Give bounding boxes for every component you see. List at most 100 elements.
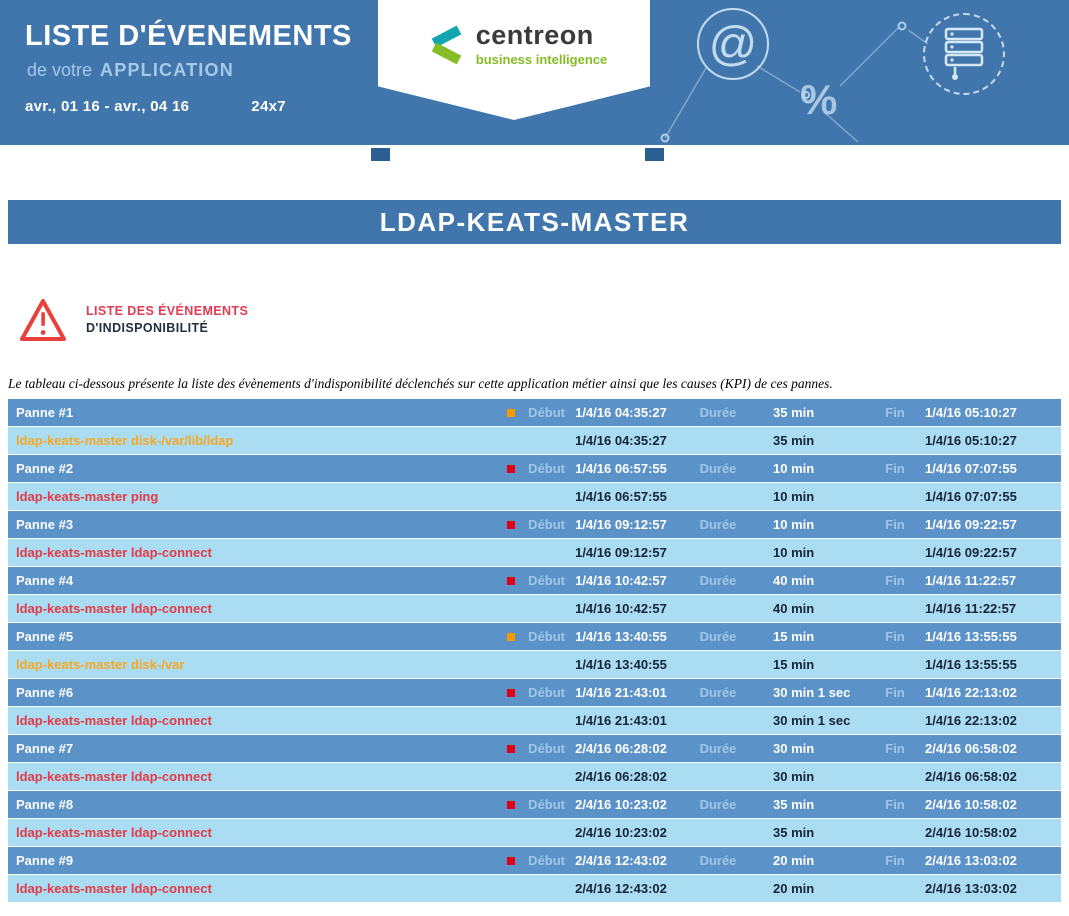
duration-value: 10 min [759,517,871,532]
start-label: Début [515,797,565,812]
kpi-end-value: 1/4/16 09:22:57 [919,545,1061,560]
duration-label: Durée [677,797,759,812]
start-value: 1/4/16 13:40:55 [565,629,677,644]
kpi-end-value: 1/4/16 11:22:57 [919,601,1061,616]
kpi-duration-value: 35 min [759,433,871,448]
header-gap [0,145,1069,200]
event-header-row: Panne #8Début2/4/16 10:23:02Durée35 minF… [8,791,1061,819]
kpi-end-value: 1/4/16 22:13:02 [919,713,1061,728]
end-label: Fin [871,741,919,756]
start-value: 1/4/16 10:42:57 [565,573,677,588]
end-label: Fin [871,517,919,532]
intro-text: Le tableau ci-dessous présente la liste … [8,376,1061,392]
end-value: 1/4/16 13:55:55 [919,629,1061,644]
severity-square [507,577,515,585]
severity-square [507,521,515,529]
kpi-name: ldap-keats-master ldap-connect [8,601,499,616]
duration-label: Durée [677,517,759,532]
duration-value: 40 min [759,573,871,588]
duration-label: Durée [677,741,759,756]
event-detail-row: ldap-keats-master disk-/var1/4/16 13:40:… [8,651,1061,679]
brand-tagline: business intelligence [476,52,608,67]
duration-label: Durée [677,685,759,700]
duration-value: 15 min [759,629,871,644]
start-label: Début [515,573,565,588]
subtitle-prefix: de votre [27,60,92,80]
end-label: Fin [871,405,919,420]
severity-square-cell [499,465,515,473]
section-title-line1: LISTE DES ÉVÉNEMENTS [86,303,248,320]
event-id: Panne #4 [8,573,499,588]
event-header-row: Panne #6Début1/4/16 21:43:01Durée30 min … [8,679,1061,707]
duration-value: 35 min [759,405,871,420]
severity-square [507,689,515,697]
events-table: Panne #1Début1/4/16 04:35:27Durée35 minF… [8,399,1061,903]
event-detail-row: ldap-keats-master ldap-connect2/4/16 10:… [8,819,1061,847]
start-label: Début [515,405,565,420]
kpi-end-value: 2/4/16 13:03:02 [919,881,1061,896]
app-title-banner: LDAP-KEATS-MASTER [8,200,1061,244]
report-page: LISTE D'ÉVENEMENTS de votreAPPLICATION a… [0,0,1069,903]
kpi-duration-value: 20 min [759,881,871,896]
start-value: 2/4/16 06:28:02 [565,741,677,756]
kpi-start-value: 1/4/16 13:40:55 [565,657,677,672]
kpi-duration-value: 10 min [759,545,871,560]
duration-label: Durée [677,461,759,476]
severity-square [507,409,515,417]
kpi-duration-value: 15 min [759,657,871,672]
duration-label: Durée [677,629,759,644]
event-id: Panne #6 [8,685,499,700]
kpi-name: ldap-keats-master ldap-connect [8,713,499,728]
kpi-end-value: 2/4/16 06:58:02 [919,769,1061,784]
kpi-start-value: 2/4/16 12:43:02 [565,881,677,896]
severity-square-cell [499,409,515,417]
event-detail-row: ldap-keats-master ldap-connect 2/4/16 12:… [8,875,1061,903]
end-label: Fin [871,629,919,644]
decor-square-left [371,148,390,161]
brand-text: centreon business intelligence [476,22,608,67]
start-label: Début [515,853,565,868]
duration-value: 30 min [759,741,871,756]
event-id: Panne #2 [8,461,499,476]
kpi-name: ldap-keats-master ldap-connect [8,825,499,840]
kpi-duration-value: 10 min [759,489,871,504]
section-title-line2: D'INDISPONIBILITÉ [86,320,248,337]
start-label: Début [515,461,565,476]
end-value: 1/4/16 09:22:57 [919,517,1061,532]
event-header-row: Panne #5Début1/4/16 13:40:55Durée15 minF… [8,623,1061,651]
end-value: 1/4/16 11:22:57 [919,573,1061,588]
end-label: Fin [871,853,919,868]
event-header-row: Panne #2Début1/4/16 06:57:55Durée10 minF… [8,455,1061,483]
kpi-start-value: 2/4/16 06:28:02 [565,769,677,784]
kpi-start-value: 1/4/16 06:57:55 [565,489,677,504]
duration-label: Durée [677,573,759,588]
kpi-name: ldap-keats-master ldap-connect [8,545,499,560]
schedule-label: 24x7 [251,98,286,115]
start-label: Début [515,685,565,700]
duration-value: 10 min [759,461,871,476]
severity-square [507,857,515,865]
severity-square-cell [499,633,515,641]
kpi-duration-value: 40 min [759,601,871,616]
end-value: 2/4/16 13:03:02 [919,853,1061,868]
event-detail-row: ldap-keats-master ldap-connect2/4/16 06:… [8,763,1061,791]
severity-square [507,801,515,809]
event-header-row: Panne #3Début1/4/16 09:12:57Durée10 minF… [8,511,1061,539]
event-header-row: Panne #4 Début1/4/16 10:42:57Durée40 minF… [8,567,1061,595]
duration-value: 35 min [759,797,871,812]
start-value: 1/4/16 04:35:27 [565,405,677,420]
kpi-name: ldap-keats-master ldap-connect [8,881,499,896]
event-detail-row: ldap-keats-master disk-/var/lib/ldap1/4/… [8,427,1061,455]
start-label: Début [515,517,565,532]
event-id: Panne #5 [8,629,499,644]
severity-square-cell [499,745,515,753]
centreon-logo [421,22,467,68]
event-id: Panne #8 [8,797,499,812]
brand-name: centreon [476,22,608,49]
kpi-start-value: 1/4/16 09:12:57 [565,545,677,560]
end-value: 2/4/16 06:58:02 [919,741,1061,756]
event-detail-row: ldap-keats-master ping1/4/16 06:57:5510 … [8,483,1061,511]
end-value: 1/4/16 07:07:55 [919,461,1061,476]
end-label: Fin [871,573,919,588]
severity-square [507,465,515,473]
